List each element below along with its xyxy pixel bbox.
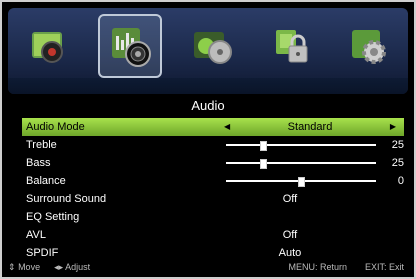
balance-value: 0 — [397, 175, 405, 187]
audio-menu: Audio Mode ◀ Standard ▶ Treble 25 Bass 2… — [22, 118, 404, 262]
move-hint: ⇕ Move — [8, 262, 40, 273]
right-arrow-icon[interactable]: ▶ — [390, 118, 396, 136]
bass-slider[interactable] — [225, 159, 377, 169]
menu-item-surround[interactable]: Surround Sound Off — [22, 190, 404, 208]
category-bar — [8, 8, 408, 94]
exit-hint: EXIT: Exit — [364, 262, 404, 272]
channel-disc-icon — [194, 32, 232, 64]
menu-item-eq[interactable]: EQ Setting — [22, 208, 404, 226]
surround-value: Off — [282, 193, 298, 205]
adjust-hint: ◂▸ Adjust — [54, 262, 90, 273]
treble-label: Treble — [26, 139, 57, 151]
updown-arrows-icon: ⇕ — [8, 261, 16, 272]
treble-value: 25 — [391, 139, 405, 151]
audio-speaker-icon — [112, 28, 151, 67]
channel-category[interactable] — [184, 18, 240, 74]
menu-item-bass[interactable]: Bass 25 — [22, 154, 404, 172]
lock-icon — [276, 30, 308, 63]
help-bar: ⇕ Move ◂▸ Adjust MENU: Return EXIT: Exit — [8, 261, 408, 273]
menu-item-treble[interactable]: Treble 25 — [22, 136, 404, 154]
treble-slider-knob[interactable] — [260, 141, 268, 151]
audio-mode-label: Audio Mode — [26, 121, 85, 133]
setup-category[interactable] — [340, 18, 396, 74]
menu-return-hint: MENU: Return — [288, 262, 347, 272]
move-hint-text: Move — [18, 261, 41, 272]
menu-item-balance[interactable]: Balance 0 — [22, 172, 404, 190]
tv-menu-screen: Audio Audio Mode ◀ Standard ▶ Treble 25 … — [0, 0, 416, 279]
avl-label: AVL — [26, 229, 46, 241]
balance-slider[interactable] — [225, 177, 377, 187]
spdif-label: SPDIF — [26, 247, 59, 259]
bass-value: 25 — [391, 157, 405, 169]
picture-camera-icon — [32, 32, 63, 63]
leftright-arrows-icon: ◂▸ — [54, 261, 64, 272]
page-title: Audio — [191, 98, 225, 113]
lock-category[interactable] — [262, 18, 318, 74]
balance-label: Balance — [26, 175, 66, 187]
gear-icon — [352, 30, 386, 64]
picture-category[interactable] — [20, 18, 76, 74]
balance-slider-knob[interactable] — [298, 177, 306, 187]
menu-item-spdif[interactable]: SPDIF Auto — [22, 244, 404, 262]
audio-category[interactable] — [98, 14, 162, 78]
eq-label: EQ Setting — [26, 211, 80, 223]
treble-slider[interactable] — [225, 141, 377, 151]
audio-mode-value: ◀ Standard ▶ — [216, 118, 404, 136]
spdif-value: Auto — [278, 247, 302, 259]
bass-slider-knob[interactable] — [260, 159, 268, 169]
category-bar-base — [8, 78, 408, 94]
audio-mode-text: Standard — [287, 121, 333, 133]
left-arrow-icon[interactable]: ◀ — [224, 118, 230, 136]
avl-value: Off — [282, 229, 298, 241]
surround-label: Surround Sound — [26, 193, 107, 205]
bass-label: Bass — [26, 157, 51, 169]
menu-item-avl[interactable]: AVL Off — [22, 226, 404, 244]
menu-item-audio-mode[interactable]: Audio Mode ◀ Standard ▶ — [22, 118, 404, 136]
adjust-hint-text: Adjust — [65, 261, 91, 272]
